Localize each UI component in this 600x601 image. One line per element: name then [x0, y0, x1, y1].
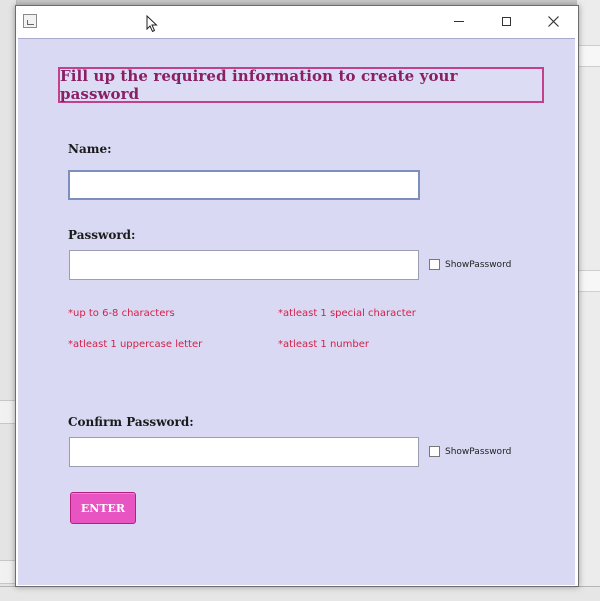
- java-app-icon: [23, 14, 37, 28]
- background-taskbar: [0, 586, 600, 601]
- password-field[interactable]: [69, 250, 419, 280]
- password-label: Password:: [68, 228, 136, 242]
- form-panel: Fill up the required information to crea…: [18, 38, 575, 585]
- requirement-special-char: *atleast 1 special character: [278, 308, 416, 319]
- show-password-checkbox[interactable]: [429, 259, 440, 270]
- confirm-show-password-label: ShowPassword: [445, 446, 512, 457]
- requirement-uppercase: *atleast 1 uppercase letter: [68, 339, 203, 350]
- name-label: Name:: [68, 142, 112, 156]
- confirm-password-label: Confirm Password:: [68, 415, 194, 429]
- minimize-icon: [454, 20, 464, 22]
- requirement-number: *atleast 1 number: [278, 339, 369, 350]
- name-field[interactable]: [68, 170, 420, 200]
- close-button[interactable]: [530, 6, 576, 36]
- confirm-password-field[interactable]: [69, 437, 419, 467]
- show-password-toggle[interactable]: ShowPassword: [429, 259, 511, 270]
- password-window: Fill up the required information to crea…: [15, 5, 579, 587]
- show-password-label: ShowPassword: [445, 259, 512, 270]
- mouse-cursor-icon: [146, 15, 158, 33]
- requirement-length: *up to 6-8 characters: [68, 308, 175, 319]
- title-bar[interactable]: [16, 6, 578, 38]
- page-title: Fill up the required information to crea…: [58, 67, 544, 103]
- minimize-button[interactable]: [436, 6, 482, 36]
- confirm-show-password-checkbox[interactable]: [429, 446, 440, 457]
- maximize-button[interactable]: [483, 6, 529, 36]
- enter-button[interactable]: ENTER: [70, 492, 136, 524]
- confirm-show-password-toggle[interactable]: ShowPassword: [429, 446, 511, 457]
- background-window-right: [577, 0, 600, 600]
- maximize-icon: [501, 16, 511, 26]
- close-icon: [547, 15, 559, 27]
